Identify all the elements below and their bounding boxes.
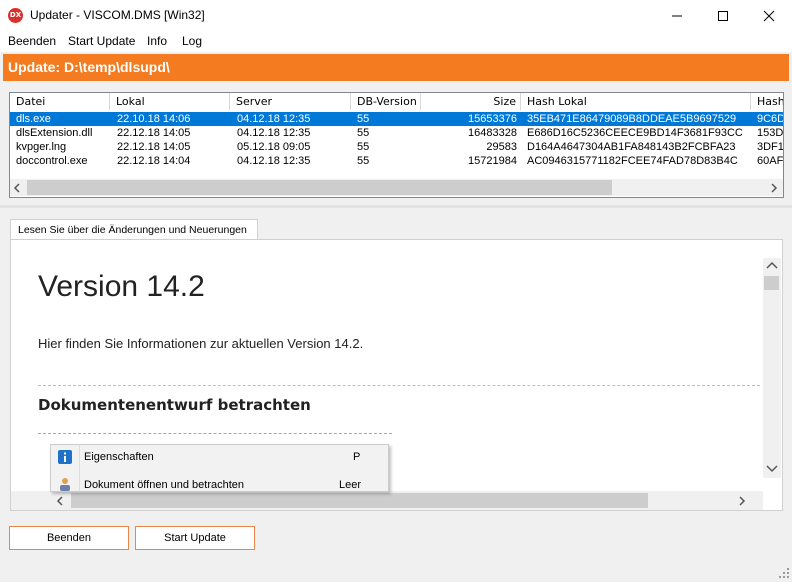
context-item-shortcut: P [353, 451, 361, 463]
update-path-text: Update: D:\temp\dlsupd\ [8, 59, 170, 75]
quit-button[interactable]: Beenden [9, 526, 129, 550]
column-header-db-version[interactable]: DB-Version [351, 93, 421, 110]
doc-table-border [38, 433, 392, 434]
update-path-banner: Update: D:\temp\dlsupd\ [3, 54, 789, 81]
close-button[interactable] [746, 0, 792, 31]
context-menu: Eigenschaften P Dokument öffnen und betr… [50, 444, 389, 492]
window-title: Updater - VISCOM.DMS [Win32] [30, 8, 205, 22]
cell-file: dls.exe [16, 113, 51, 125]
cell-db: 55 [357, 127, 370, 139]
cell-server: 04.12.18 12:35 [237, 155, 311, 167]
panel-vscrollbar[interactable] [763, 258, 781, 478]
scroll-left-icon[interactable] [12, 183, 22, 193]
menu-bar: Beenden Start Update Info Log [0, 31, 792, 52]
scroll-right-icon[interactable] [769, 183, 779, 193]
cell-hash-local: AC0946315771182FCEE74FAD78D83B4C [527, 155, 738, 167]
scroll-right-icon[interactable] [737, 496, 747, 506]
resize-grip-icon[interactable] [778, 567, 790, 579]
maximize-button[interactable] [700, 0, 746, 31]
user-icon [58, 477, 72, 491]
file-list-hscroll-thumb[interactable] [27, 180, 612, 195]
menu-start-update[interactable]: Start Update [68, 34, 135, 48]
column-header-size[interactable]: Size [421, 93, 521, 110]
minimize-button[interactable] [654, 0, 700, 31]
context-item-shortcut: Leer [339, 479, 362, 491]
maximize-icon [718, 11, 728, 21]
cell-hash-local: E686D16C5236CEECE9BD14F3681F93CC [527, 127, 743, 139]
cell-db: 55 [357, 113, 370, 125]
context-item-dokument-oeffnen[interactable]: Dokument öffnen und betrachten Leer [51, 473, 388, 491]
file-row[interactable]: doccontrol.exe 22.12.18 14:04 04.12.18 12:… [10, 154, 783, 168]
context-item-eigenschaften[interactable]: Eigenschaften P [51, 445, 388, 471]
cell-local: 22.12.18 14:04 [117, 155, 191, 167]
file-row[interactable]: dlsExtension.dll 22.12.18 14:05 04.12.18 1… [10, 126, 783, 140]
cell-hash: 153D [757, 127, 784, 139]
cell-local: 22.10.18 14:06 [117, 113, 191, 125]
cell-hash: 60AF [757, 155, 784, 167]
cell-db: 55 [357, 155, 370, 167]
cell-server: 05.12.18 09:05 [237, 141, 311, 153]
cell-local: 22.12.18 14:05 [117, 127, 191, 139]
minimize-icon [672, 15, 682, 17]
scroll-up-icon[interactable] [766, 260, 778, 270]
panel-vscroll-thumb[interactable] [764, 276, 779, 290]
doc-section-heading: Dokumentenentwurf betrachten [38, 396, 311, 414]
cell-db: 55 [357, 141, 370, 153]
cell-hash: 3DF1 [757, 141, 784, 153]
title-bar[interactable]: DX Updater - VISCOM.DMS [Win32] [0, 0, 792, 31]
column-header-lokal[interactable]: Lokal [110, 93, 230, 110]
menu-beenden[interactable]: Beenden [8, 34, 56, 48]
file-row[interactable]: dls.exe 22.10.18 14:06 04.12.18 12:35 55 156… [10, 112, 783, 126]
cell-server: 04.12.18 12:35 [237, 127, 311, 139]
doc-divider [38, 385, 760, 386]
cell-size: 15721984 [468, 155, 517, 167]
column-header-hash[interactable]: Hash [751, 93, 783, 110]
menu-log[interactable]: Log [182, 34, 202, 48]
cell-server: 04.12.18 12:35 [237, 113, 311, 125]
cell-size: 16483328 [468, 127, 517, 139]
tab-release-notes[interactable]: Lesen Sie über die Änderungen und Neueru… [10, 219, 258, 240]
panel-hscrollbar[interactable] [11, 491, 763, 510]
start-update-button[interactable]: Start Update [135, 526, 255, 550]
file-list-hscrollbar[interactable] [10, 179, 783, 196]
cell-file: dlsExtension.dll [16, 127, 93, 139]
cell-file: kvpger.lng [16, 141, 67, 153]
doc-title: Version 14.2 [38, 270, 205, 303]
context-item-label: Dokument öffnen und betrachten [84, 479, 245, 491]
doc-intro-text: Hier finden Sie Informationen zur aktuel… [38, 336, 364, 351]
cell-hash: 9C6D [757, 113, 784, 125]
pane-splitter[interactable] [0, 205, 792, 208]
file-list[interactable]: Datei Lokal Server DB-Version Size Hash … [9, 92, 784, 198]
column-header-server[interactable]: Server [230, 93, 351, 110]
app-logo: DX [8, 8, 23, 23]
column-header-datei[interactable]: Datei [10, 93, 110, 110]
cell-size: 15653376 [468, 113, 517, 125]
scroll-left-icon[interactable] [55, 496, 65, 506]
cell-hash-local: 35EB471E86479089B8DDEAE5B9697529 [527, 113, 737, 125]
tab-release-notes-label: Lesen Sie über die Änderungen und Neueru… [18, 224, 247, 236]
cell-file: doccontrol.exe [16, 155, 88, 167]
panel-hscroll-thumb[interactable] [71, 493, 648, 508]
close-icon [763, 10, 775, 22]
cell-hash-local: D164A4647304AB1FA848143B2FCBFA23 [527, 141, 736, 153]
scroll-down-icon[interactable] [766, 464, 778, 474]
file-row[interactable]: kvpger.lng 22.12.18 14:05 05.12.18 09:05 55… [10, 140, 783, 154]
context-item-label: Eigenschaften [84, 451, 154, 463]
cell-size: 29583 [486, 141, 517, 153]
column-header-hash-lokal[interactable]: Hash Lokal [521, 93, 751, 110]
menu-info[interactable]: Info [147, 34, 167, 48]
info-icon [58, 450, 72, 464]
cell-local: 22.12.18 14:05 [117, 141, 191, 153]
